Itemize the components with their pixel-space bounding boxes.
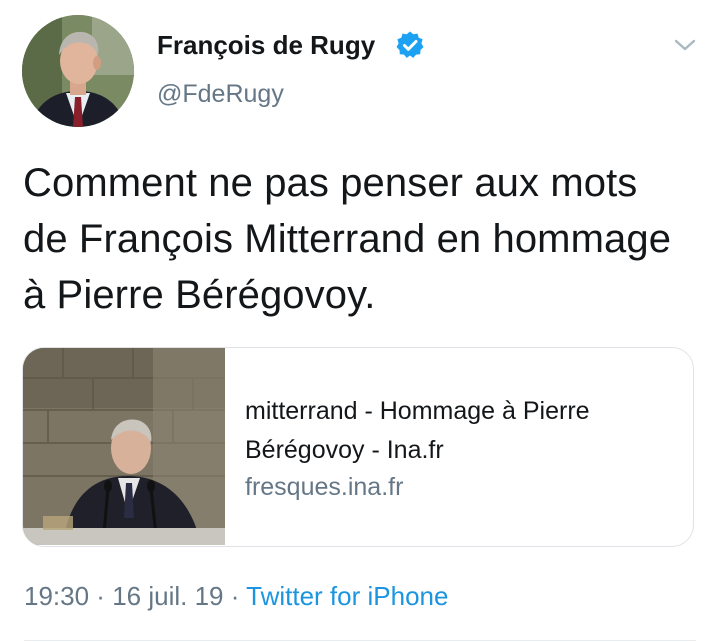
author-handle[interactable]: @FdeRugy bbox=[157, 80, 284, 109]
card-domain: fresques.ina.fr bbox=[245, 473, 404, 501]
tweet: François de Rugy @FdeRugy Comment ne pas… bbox=[0, 0, 720, 642]
chevron-down-icon[interactable] bbox=[673, 36, 697, 54]
verified-badge-icon bbox=[396, 31, 424, 58]
tweet-text: Comment ne pas penser aux mots de Franço… bbox=[23, 161, 672, 317]
card-thumbnail-image bbox=[23, 348, 225, 545]
card-title: mitterrand - Hommage à Pierre Bérégovoy … bbox=[245, 397, 590, 464]
link-card[interactable]: mitterrand - Hommage à Pierre Bérégovoy … bbox=[22, 347, 694, 547]
tweet-source-link[interactable]: Twitter for iPhone bbox=[246, 581, 448, 611]
tweet-date[interactable]: 16 juil. 19 bbox=[112, 581, 223, 611]
meta-separator: · bbox=[223, 581, 247, 611]
avatar-photo bbox=[22, 15, 134, 127]
divider bbox=[24, 640, 696, 641]
meta-separator: · bbox=[89, 581, 113, 611]
tweet-meta: 19:30 · 16 juil. 19 · Twitter for iPhone bbox=[24, 581, 448, 612]
tweet-time[interactable]: 19:30 bbox=[24, 581, 89, 611]
card-thumbnail bbox=[23, 348, 225, 545]
author-name[interactable]: François de Rugy bbox=[157, 30, 375, 61]
avatar[interactable] bbox=[22, 15, 134, 127]
